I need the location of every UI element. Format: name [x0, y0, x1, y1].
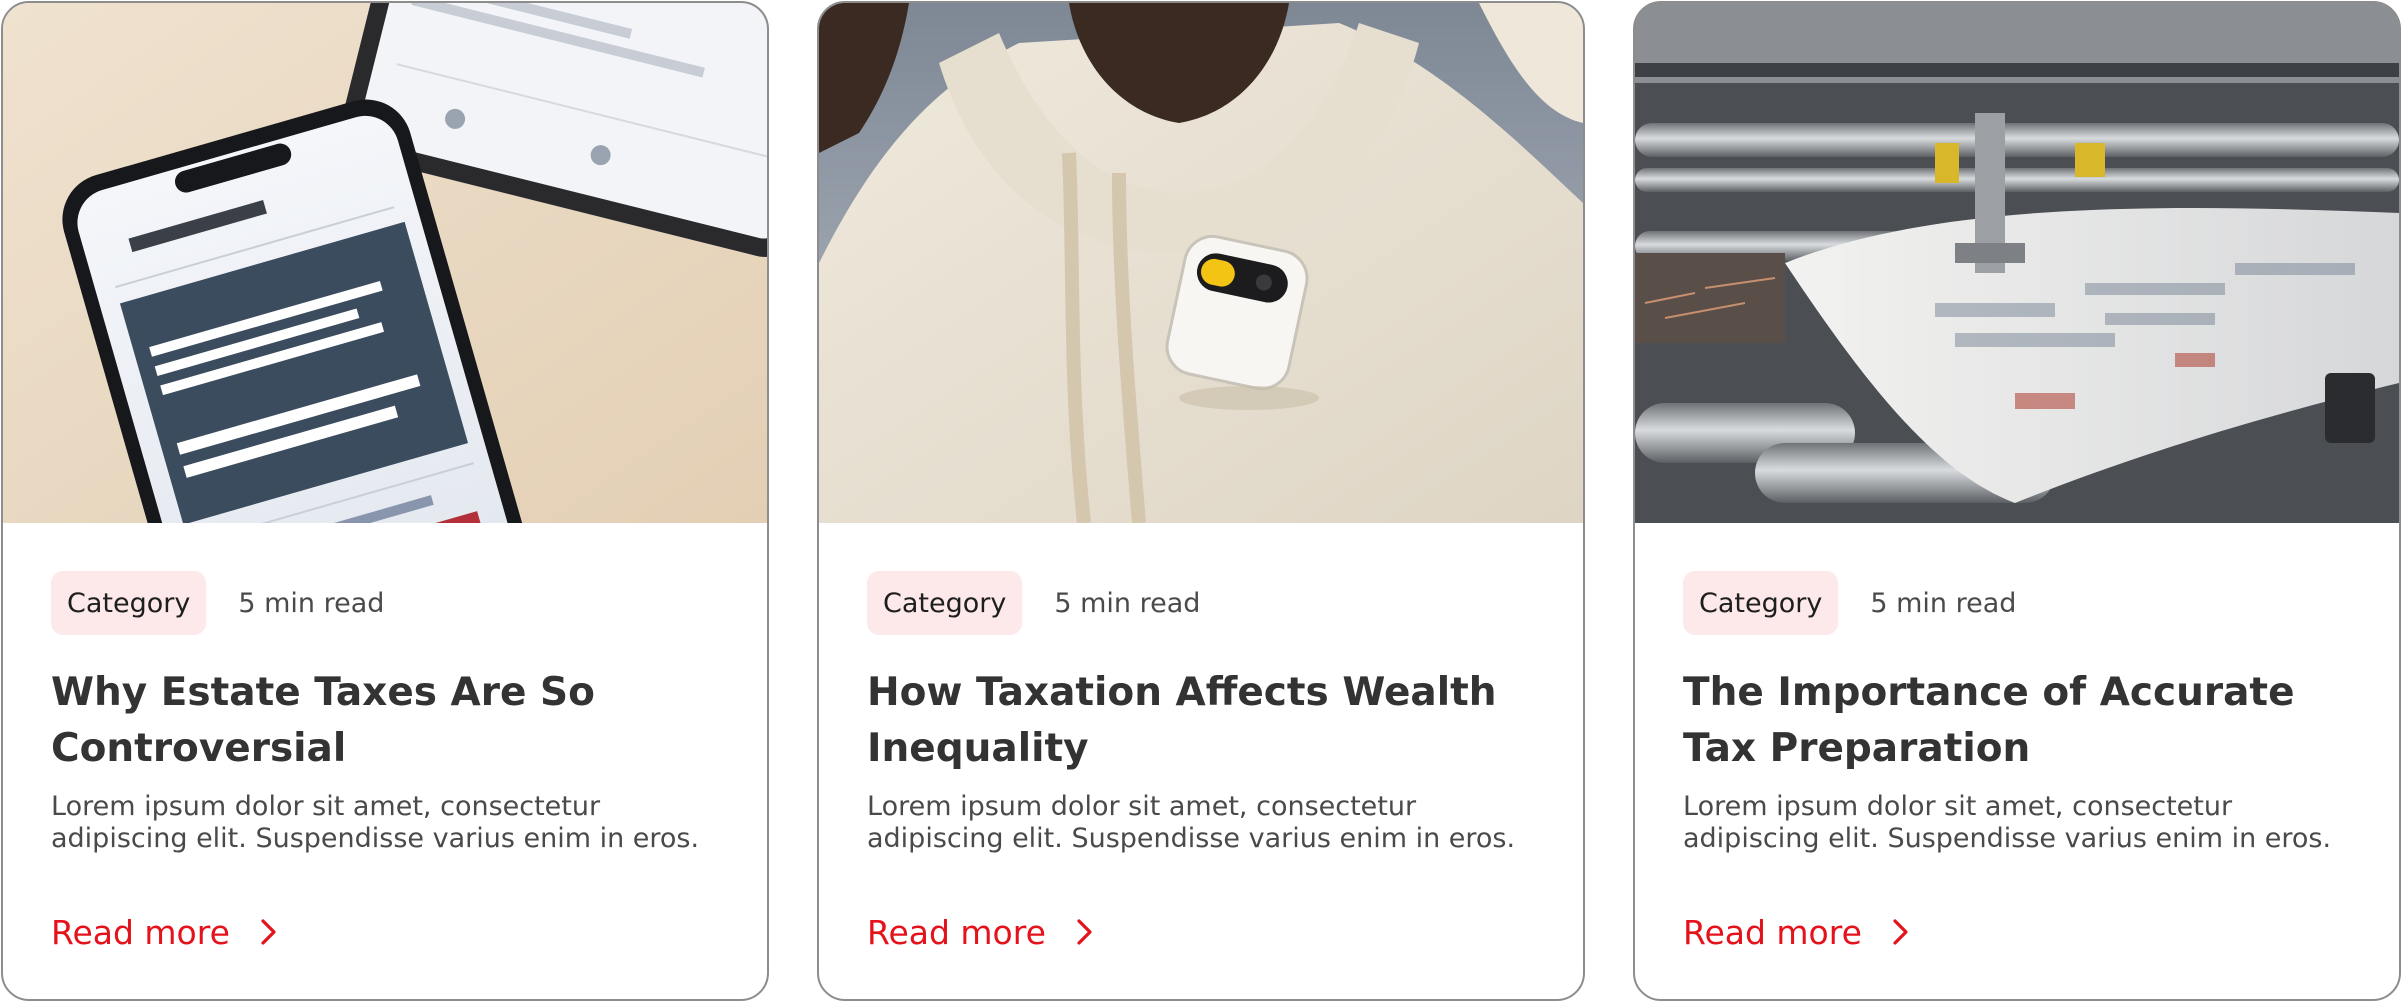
chevron-right-icon: [1077, 919, 1092, 945]
category-badge[interactable]: Category: [867, 571, 1023, 635]
blog-card[interactable]: Category 5 min read How Taxation Affects…: [817, 1, 1585, 1001]
card-excerpt: Lorem ipsum dolor sit amet, consectetur …: [1683, 791, 2332, 854]
card-image[interactable]: [819, 3, 1583, 523]
read-more-label: Read more: [867, 912, 1046, 952]
read-more-label: Read more: [1683, 912, 1862, 952]
blog-card[interactable]: Category 5 min read The Importance of Ac…: [1633, 1, 2401, 1001]
card-image[interactable]: [1635, 3, 2399, 523]
card-excerpt: Lorem ipsum dolor sit amet, consectetur …: [867, 791, 1516, 854]
chevron-right-icon: [1893, 919, 1908, 945]
card-meta: Category 5 min read: [1683, 571, 2016, 635]
chevron-right-icon: [261, 919, 276, 945]
read-more-link[interactable]: Read more: [51, 907, 280, 957]
read-time: 5 min read: [1054, 587, 1201, 619]
card-meta: Category 5 min read: [51, 571, 384, 635]
printing-press-photo: [1635, 3, 2399, 523]
blog-card-grid: Category 5 min read Why Estate Taxes Are…: [0, 0, 2404, 1004]
card-title[interactable]: Why Estate Taxes Are So Controversial: [51, 665, 731, 777]
read-time: 5 min read: [1870, 587, 2017, 619]
card-image[interactable]: [3, 3, 767, 523]
read-more-label: Read more: [51, 912, 230, 952]
card-title[interactable]: How Taxation Affects Wealth Inequality: [867, 665, 1547, 777]
category-badge[interactable]: Category: [1683, 571, 1839, 635]
news-app-photo: [3, 3, 767, 523]
read-more-link[interactable]: Read more: [1683, 907, 1912, 957]
blog-card[interactable]: Category 5 min read Why Estate Taxes Are…: [1, 1, 769, 1001]
read-time: 5 min read: [238, 587, 385, 619]
hoodie-device-photo: [819, 3, 1583, 523]
card-title[interactable]: The Importance of Accurate Tax Preparati…: [1683, 665, 2363, 777]
card-excerpt: Lorem ipsum dolor sit amet, consectetur …: [51, 791, 700, 854]
card-meta: Category 5 min read: [867, 571, 1200, 635]
category-badge[interactable]: Category: [51, 571, 207, 635]
read-more-link[interactable]: Read more: [867, 907, 1096, 957]
